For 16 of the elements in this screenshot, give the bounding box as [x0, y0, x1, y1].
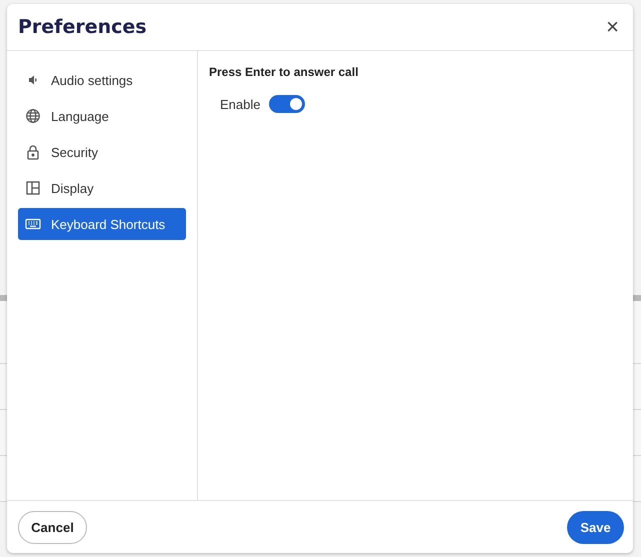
toggle-label: Enable: [220, 96, 260, 112]
sidebar-item[interactable]: Audio settings: [18, 64, 186, 96]
sidebar-item[interactable]: Security: [18, 136, 186, 168]
cancel-button[interactable]: Cancel: [18, 510, 87, 544]
keyboard-icon: [25, 216, 41, 232]
dialog-title: Preferences: [18, 16, 147, 38]
save-button[interactable]: Save: [567, 510, 624, 544]
globe-icon: [25, 108, 41, 124]
lock-icon: [25, 144, 41, 160]
sidebar-item[interactable]: Display: [18, 172, 186, 204]
sidebar-item[interactable]: Keyboard Shortcuts: [18, 208, 186, 240]
close-button[interactable]: ×: [602, 16, 623, 38]
layout-icon: [25, 180, 41, 196]
setting-heading: Press Enter to answer call: [209, 65, 358, 79]
toggle-switch[interactable]: [269, 95, 306, 113]
sidebar-item[interactable]: Language: [18, 100, 186, 132]
